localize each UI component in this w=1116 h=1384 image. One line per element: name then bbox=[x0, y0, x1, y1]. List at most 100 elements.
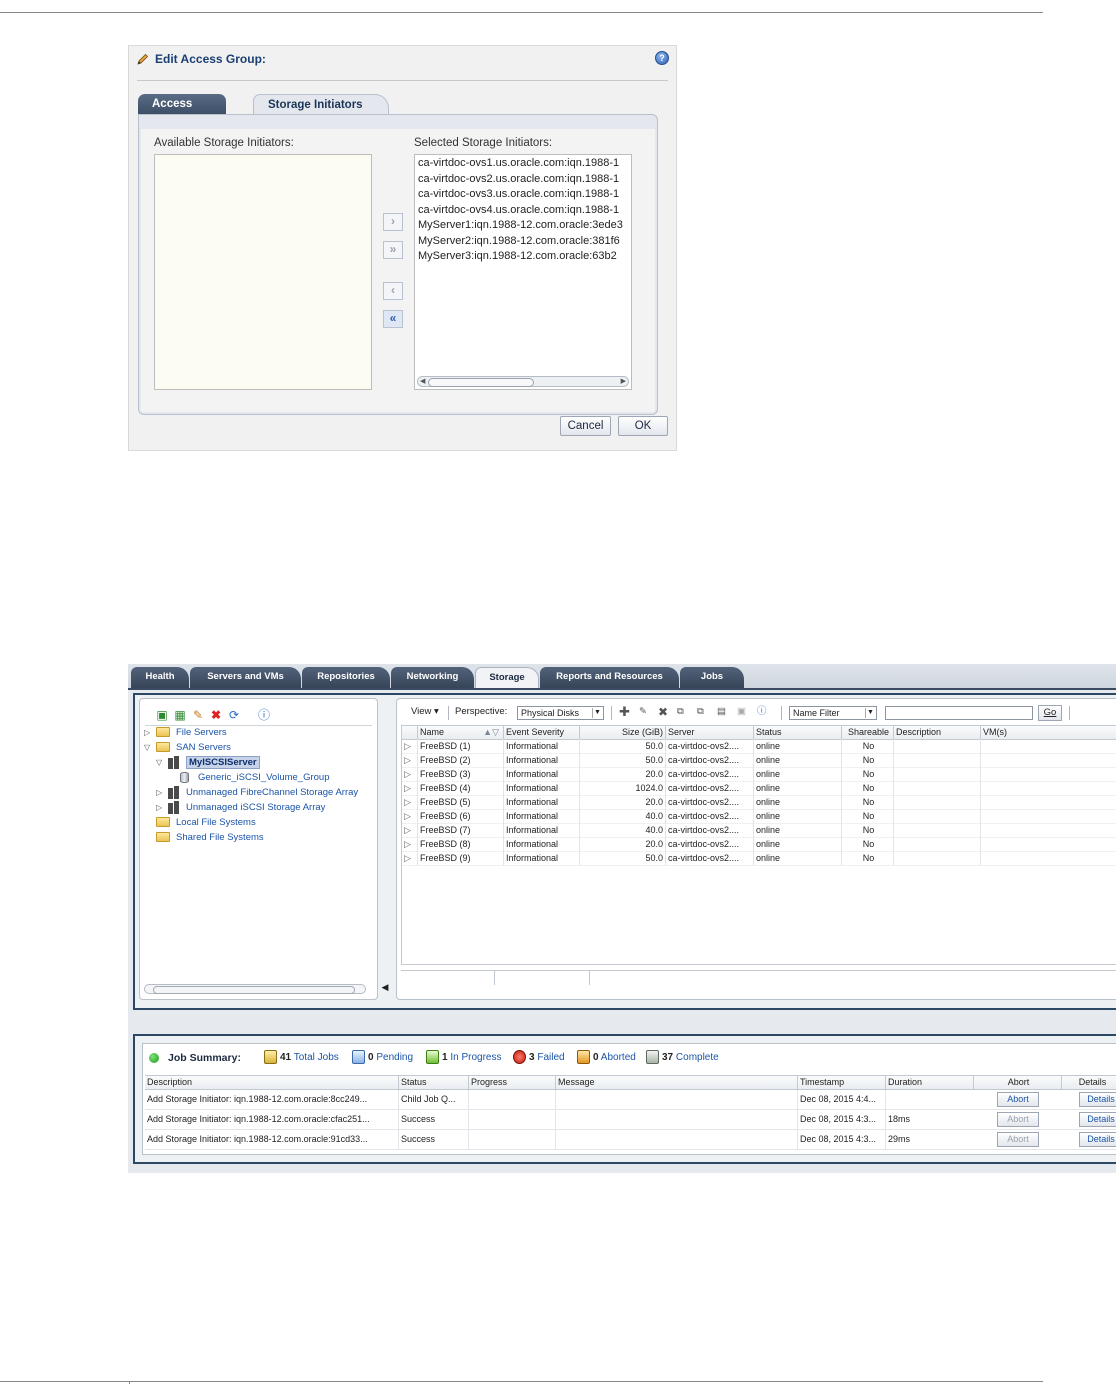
move-all-button[interactable]: » bbox=[383, 241, 403, 259]
cancel-button[interactable]: Cancel bbox=[560, 416, 611, 436]
tree-node[interactable]: File Servers bbox=[156, 725, 227, 740]
tree-node[interactable]: Unmanaged FibreChannel Storage Array bbox=[168, 785, 358, 800]
job-column-details[interactable]: Details bbox=[1061, 1076, 1116, 1089]
expand-row-icon[interactable]: ▷ bbox=[402, 739, 417, 753]
tab-reports-and-resources[interactable]: Reports and Resources bbox=[540, 667, 679, 688]
job-row[interactable]: Add Storage Initiator: iqn.1988-12.com.o… bbox=[145, 1130, 1116, 1150]
selected-initiator-item[interactable]: MyServer1:iqn.1988-12.com.oracle:3ede3 bbox=[415, 218, 631, 234]
edit-icon[interactable]: ✎ bbox=[191, 708, 205, 722]
selected-list-scrollbar[interactable]: ◀ ▶ bbox=[417, 376, 629, 387]
table-row[interactable]: ▷ FreeBSD (6) Informational 40.0 ca-virtdoc-… bbox=[402, 809, 1116, 824]
table-row[interactable]: ▷ FreeBSD (3) Informational 20.0 ca-virtdoc-… bbox=[402, 767, 1116, 782]
expand-icon[interactable]: ▷ bbox=[156, 800, 162, 815]
tree-scrollbar-thumb[interactable] bbox=[153, 986, 355, 994]
abort-button[interactable]: Abort bbox=[997, 1112, 1039, 1127]
tree-node[interactable]: Unmanaged iSCSI Storage Array bbox=[168, 800, 325, 815]
expand-row-icon[interactable]: ▷ bbox=[402, 823, 417, 837]
delete-icon[interactable]: ✖ bbox=[209, 708, 223, 722]
scroll-right-icon[interactable]: ▶ bbox=[621, 377, 626, 386]
help-icon[interactable]: ? bbox=[655, 51, 669, 65]
pending-jobs-link[interactable]: 0 Pending bbox=[352, 1044, 413, 1072]
job-column-progress[interactable]: Progress bbox=[468, 1076, 555, 1089]
tree-node[interactable]: Generic_iSCSI_Volume_Group bbox=[180, 770, 330, 785]
column-server[interactable]: Server bbox=[665, 726, 753, 739]
tab-storage-initiators[interactable]: Storage Initiators bbox=[253, 94, 389, 114]
ok-button[interactable]: OK bbox=[618, 416, 668, 436]
expand-row-icon[interactable]: ▷ bbox=[402, 753, 417, 767]
abort-button[interactable]: Abort bbox=[997, 1132, 1039, 1147]
tree-node[interactable]: MyISCSIServer bbox=[168, 755, 260, 770]
expand-row-icon[interactable]: ▷ bbox=[402, 837, 417, 851]
expand-row-icon[interactable]: ▷ bbox=[402, 795, 417, 809]
available-initiators-list[interactable] bbox=[154, 154, 372, 390]
resize-icon[interactable]: ⧉ bbox=[697, 699, 704, 725]
abort-button[interactable]: Abort bbox=[997, 1092, 1039, 1107]
collapse-icon[interactable]: ▽ bbox=[156, 755, 162, 770]
job-column-description[interactable]: Description bbox=[145, 1076, 398, 1089]
add-icon[interactable]: ✚ bbox=[619, 699, 630, 725]
column-status[interactable]: Status bbox=[753, 726, 841, 739]
edit-icon[interactable]: ✎ bbox=[639, 699, 647, 725]
selected-initiator-item[interactable]: MyServer3:iqn.1988-12.com.oracle:63b2 bbox=[415, 249, 631, 265]
help-icon[interactable]: ⓘ bbox=[757, 699, 767, 725]
selected-initiators-list[interactable]: ca-virtdoc-ovs1.us.oracle.com:iqn.1988-1… bbox=[414, 154, 632, 390]
tab-jobs[interactable]: Jobs bbox=[680, 667, 744, 688]
selected-initiator-item[interactable]: ca-virtdoc-ovs2.us.oracle.com:iqn.1988-1 bbox=[415, 172, 631, 188]
table-row[interactable]: ▷ FreeBSD (4) Informational 1024.0 ca-virtdo… bbox=[402, 781, 1116, 796]
tree-node[interactable]: SAN Servers bbox=[156, 740, 231, 755]
tab-health[interactable]: Health bbox=[131, 667, 189, 688]
name-filter-input[interactable] bbox=[885, 706, 1033, 720]
table-row[interactable]: ▷ FreeBSD (8) Informational 20.0 ca-virtdoc-… bbox=[402, 837, 1116, 852]
total-jobs-link[interactable]: 41 Total Jobs bbox=[264, 1044, 339, 1072]
complete-jobs-link[interactable]: 37 Complete bbox=[646, 1044, 719, 1072]
refresh-icon[interactable]: ⟳ bbox=[227, 708, 241, 722]
move-one-button[interactable]: › bbox=[383, 213, 403, 231]
details-button[interactable]: Details bbox=[1079, 1132, 1116, 1147]
perspective-select[interactable]: Physical Disks ▼ bbox=[517, 706, 604, 720]
remove-all-button[interactable]: « bbox=[383, 310, 403, 328]
job-column-status[interactable]: Status bbox=[398, 1076, 468, 1089]
collapse-icon[interactable]: ▽ bbox=[144, 740, 150, 755]
remove-one-button[interactable]: ‹ bbox=[383, 282, 403, 300]
selected-initiator-item[interactable]: ca-virtdoc-ovs3.us.oracle.com:iqn.1988-1 bbox=[415, 187, 631, 203]
failed-jobs-link[interactable]: 3 Failed bbox=[513, 1044, 565, 1072]
table-row[interactable]: ▷ FreeBSD (5) Informational 20.0 ca-virtdoc-… bbox=[402, 795, 1116, 810]
snapshot-icon[interactable]: ▤ bbox=[717, 699, 726, 725]
tab-access-group[interactable]: Access Group bbox=[138, 94, 226, 130]
details-button[interactable]: Details bbox=[1079, 1112, 1116, 1127]
job-column-duration[interactable]: Duration bbox=[885, 1076, 973, 1089]
table-row[interactable]: ▷ FreeBSD (2) Informational 50.0 ca-virtdoc-… bbox=[402, 753, 1116, 768]
expand-icon[interactable]: ▷ bbox=[144, 725, 150, 740]
sort-icon[interactable]: ▲▽ bbox=[483, 726, 499, 739]
aborted-jobs-link[interactable]: 0 Aborted bbox=[577, 1044, 636, 1072]
discover-server-icon[interactable]: ▣ bbox=[155, 708, 169, 722]
go-button[interactable]: Go bbox=[1038, 705, 1062, 721]
tree-node[interactable]: Local File Systems bbox=[156, 815, 256, 830]
delete-icon[interactable]: ✖ bbox=[658, 699, 668, 725]
table-row[interactable]: ▷ FreeBSD (1) Informational 50.0 ca-virtdoc-… bbox=[402, 739, 1116, 754]
tab-networking[interactable]: Networking bbox=[391, 667, 474, 688]
tab-repositories[interactable]: Repositories bbox=[302, 667, 390, 688]
selected-initiator-item[interactable]: ca-virtdoc-ovs4.us.oracle.com:iqn.1988-1 bbox=[415, 203, 631, 219]
expand-row-icon[interactable]: ▷ bbox=[402, 851, 417, 865]
column-vms[interactable]: VM(s) bbox=[980, 726, 1116, 739]
selected-initiator-item[interactable]: ca-virtdoc-ovs1.us.oracle.com:iqn.1988-1 bbox=[415, 156, 631, 172]
job-column-message[interactable]: Message bbox=[555, 1076, 797, 1089]
column-shareable[interactable]: Shareable bbox=[841, 726, 893, 739]
expand-icon[interactable]: ▷ bbox=[156, 785, 162, 800]
selected-initiator-item[interactable]: MyServer2:iqn.1988-12.com.oracle:381f6 bbox=[415, 234, 631, 250]
job-row[interactable]: Add Storage Initiator: iqn.1988-12.com.o… bbox=[145, 1090, 1116, 1110]
job-column-timestamp[interactable]: Timestamp bbox=[797, 1076, 885, 1089]
column-description[interactable]: Description bbox=[893, 726, 980, 739]
clone-icon[interactable]: ⧉ bbox=[677, 699, 684, 725]
filter-type-select[interactable]: Name Filter ▼ bbox=[789, 706, 877, 720]
scrollbar-thumb[interactable] bbox=[428, 378, 534, 387]
tree-scrollbar[interactable] bbox=[144, 984, 366, 994]
register-array-icon[interactable]: ▦ bbox=[173, 708, 187, 722]
scroll-left-icon[interactable]: ◀ bbox=[420, 377, 425, 386]
details-button[interactable]: Details bbox=[1079, 1092, 1116, 1107]
collapse-pane-icon[interactable]: ◀ bbox=[381, 977, 389, 997]
tab-servers-and-vms[interactable]: Servers and VMs bbox=[190, 667, 301, 688]
job-column-abort[interactable]: Abort bbox=[973, 1076, 1061, 1089]
table-row[interactable]: ▷ FreeBSD (9) Informational 50.0 ca-virtdoc-… bbox=[402, 851, 1116, 866]
